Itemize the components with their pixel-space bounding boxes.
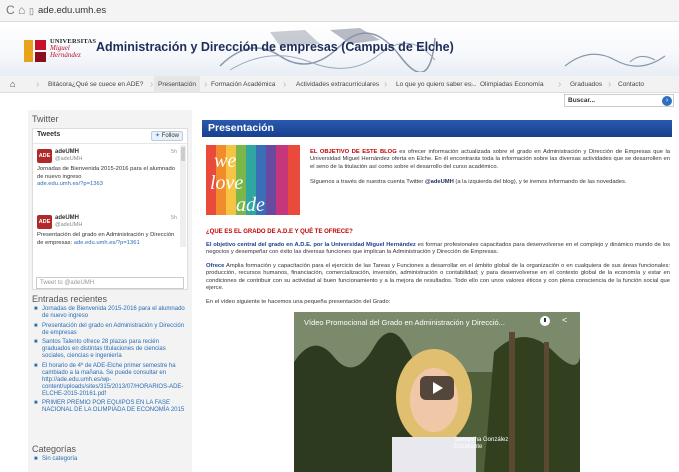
art-text-ade: ade bbox=[236, 194, 265, 215]
list-item[interactable]: ■ Santos Talento ofrece 28 plazas para re… bbox=[32, 339, 188, 360]
list-item[interactable]: ■ Presentación del grado en Administració… bbox=[32, 323, 188, 337]
search-box[interactable]: Buscar... › bbox=[564, 94, 674, 107]
list-item[interactable]: ■ Jornadas de Bienvenida 2015-2016 para e… bbox=[32, 306, 188, 320]
home-nav-icon[interactable]: ⌂ bbox=[10, 79, 15, 90]
tweet-text: Presentación del grado en Administración… bbox=[37, 232, 175, 246]
university-name: UNIVERSITAS Miguel Hernández bbox=[50, 38, 97, 59]
tweet-input[interactable]: Tweet to @adeUMH bbox=[36, 277, 184, 289]
tweet-user[interactable]: adeUMH bbox=[55, 215, 79, 221]
tweet-text: Jornadas de Bienvenida 2015-2016 para el… bbox=[37, 166, 175, 187]
nav-item-olimpiadas[interactable]: Olimpiadas Economía bbox=[480, 76, 544, 93]
nav-separator: › bbox=[608, 79, 612, 90]
header-sketch-right bbox=[564, 53, 666, 67]
avatar[interactable]: ADE bbox=[37, 149, 52, 163]
nav-item-actividades[interactable]: Actividades extracurriculares bbox=[296, 76, 379, 93]
tweet-link[interactable]: ade.edu.umh.es/?p=1361 bbox=[74, 240, 140, 246]
section-question-heading: ¿QUE ES EL GRADO DE A.D.E Y QUÉ TE OFREC… bbox=[206, 229, 353, 235]
address-bar[interactable]: ade.edu.umh.es bbox=[38, 4, 106, 17]
nav-separator: › bbox=[384, 79, 388, 90]
categories-list: ■ Sin categoría bbox=[32, 456, 188, 466]
nav-separator: › bbox=[470, 79, 474, 90]
intro-paragraph: EL OBJETIVO DE ESTE BLOG es ofrecer info… bbox=[310, 149, 671, 170]
follow-paragraph: Síguenos a través de nuestra cuenta Twit… bbox=[310, 179, 627, 185]
list-item[interactable]: ■ Sin categoría bbox=[32, 456, 188, 463]
bullet-icon: ■ bbox=[34, 400, 38, 406]
bullet-icon: ■ bbox=[34, 306, 38, 312]
sidebar: Twitter Tweets ✦ Follow ADE adeUMH @adeU… bbox=[28, 110, 192, 472]
tweet-handle[interactable]: @adeUMH bbox=[55, 156, 82, 162]
nav-item-graduados[interactable]: Graduados bbox=[570, 76, 602, 93]
share-icon[interactable]: < bbox=[562, 315, 567, 325]
umh-logo[interactable] bbox=[24, 38, 46, 64]
twitter-bird-icon: ✦ bbox=[154, 133, 160, 139]
video-title[interactable]: Vídeo Promocional del Grado en Administr… bbox=[304, 318, 505, 327]
twitter-handle-link[interactable]: @adeUMH bbox=[425, 179, 454, 185]
list-item[interactable]: ■ PRIMER PREMIO POR EQUIPOS EN LA FASE NA… bbox=[32, 400, 188, 414]
search-input[interactable]: Buscar... bbox=[568, 96, 595, 106]
follow-button[interactable]: ✦ Follow bbox=[150, 131, 183, 141]
list-item[interactable]: ■ El horario de 4º de ADE-Elche primer se… bbox=[32, 363, 188, 398]
art-text-love: love bbox=[210, 172, 243, 194]
bullet-icon: ■ bbox=[34, 362, 38, 369]
play-button[interactable] bbox=[420, 376, 454, 400]
video-caption: Samantha González Estudiante bbox=[454, 437, 509, 450]
nav-separator: › bbox=[283, 79, 287, 90]
home-icon[interactable]: ⌂ bbox=[18, 3, 25, 17]
site-header: UNIVERSITAS Miguel Hernández Administrac… bbox=[0, 22, 679, 76]
art-text-we: we bbox=[214, 150, 236, 172]
watch-later-icon[interactable] bbox=[540, 316, 550, 326]
nav-separator: › bbox=[150, 79, 154, 90]
bullet-icon: ■ bbox=[34, 456, 38, 462]
tweets-scrollbar[interactable] bbox=[180, 145, 186, 247]
video-intro-text: En el vídeo siguiente te hacemos una peq… bbox=[206, 299, 391, 305]
nav-separator: › bbox=[204, 79, 208, 90]
nav-item-saber[interactable]: Lo que yo quiero saber es... bbox=[396, 76, 477, 93]
main-content: Presentación we love ade EL OBJETIVO DE … bbox=[202, 118, 672, 472]
bullet-icon: ■ bbox=[34, 322, 38, 329]
twitter-widget-header: Tweets ✦ Follow bbox=[33, 129, 187, 144]
video-player[interactable]: Vídeo Promocional del Grado en Administr… bbox=[294, 312, 580, 472]
tweet-time[interactable]: 5h bbox=[171, 149, 177, 155]
twitter-widget: Tweets ✦ Follow ADE adeUMH @adeUMH 5h Jo… bbox=[32, 128, 188, 290]
browser-toolbar: C ⌂ ▯ ade.edu.umh.es bbox=[0, 0, 679, 22]
tweet-user[interactable]: adeUMH bbox=[55, 149, 79, 155]
recent-entries-heading: Entradas recientes bbox=[32, 294, 108, 304]
twitter-heading: Twitter bbox=[32, 114, 59, 124]
offer-paragraph: Ofrece Amplia formación y capacitación p… bbox=[206, 263, 670, 291]
nav-item-formacion[interactable]: Formación Académica bbox=[211, 76, 275, 93]
we-love-ade-artwork: we love ade bbox=[206, 145, 300, 215]
tweets-title[interactable]: Tweets bbox=[37, 131, 60, 138]
reload-icon[interactable]: C bbox=[6, 3, 15, 17]
nav-item-bitacora[interactable]: Bitácora¿Qué se cuece en ADE? bbox=[48, 76, 143, 93]
avatar[interactable]: ADE bbox=[37, 215, 52, 229]
nav-item-contacto[interactable]: Contacto bbox=[618, 76, 644, 93]
tweet-link[interactable]: ade.edu.umh.es/?p=1363 bbox=[37, 181, 103, 187]
search-go-icon[interactable]: › bbox=[662, 96, 672, 106]
main-nav: ⌂ › Bitácora¿Qué se cuece en ADE? › Pres… bbox=[0, 76, 679, 93]
site-title[interactable]: Administración y Dirección de empresas (… bbox=[96, 40, 454, 54]
categories-heading: Categorías bbox=[32, 444, 77, 454]
nav-item-presentacion[interactable]: Presentación bbox=[154, 76, 200, 93]
tweet-handle[interactable]: @adeUMH bbox=[55, 222, 82, 228]
page-icon: ▯ bbox=[29, 6, 34, 16]
bullet-icon: ■ bbox=[34, 339, 38, 345]
tweet-time[interactable]: 5h bbox=[171, 215, 177, 221]
nav-separator: › bbox=[36, 79, 40, 90]
objective-paragraph: El objetivo central del grado en A.D.E. … bbox=[206, 242, 670, 256]
page-title: Presentación bbox=[202, 120, 672, 137]
scrollbar-thumb[interactable] bbox=[181, 147, 185, 161]
nav-separator: › bbox=[558, 79, 562, 90]
recent-entries-list: ■ Jornadas de Bienvenida 2015-2016 para e… bbox=[32, 306, 188, 417]
